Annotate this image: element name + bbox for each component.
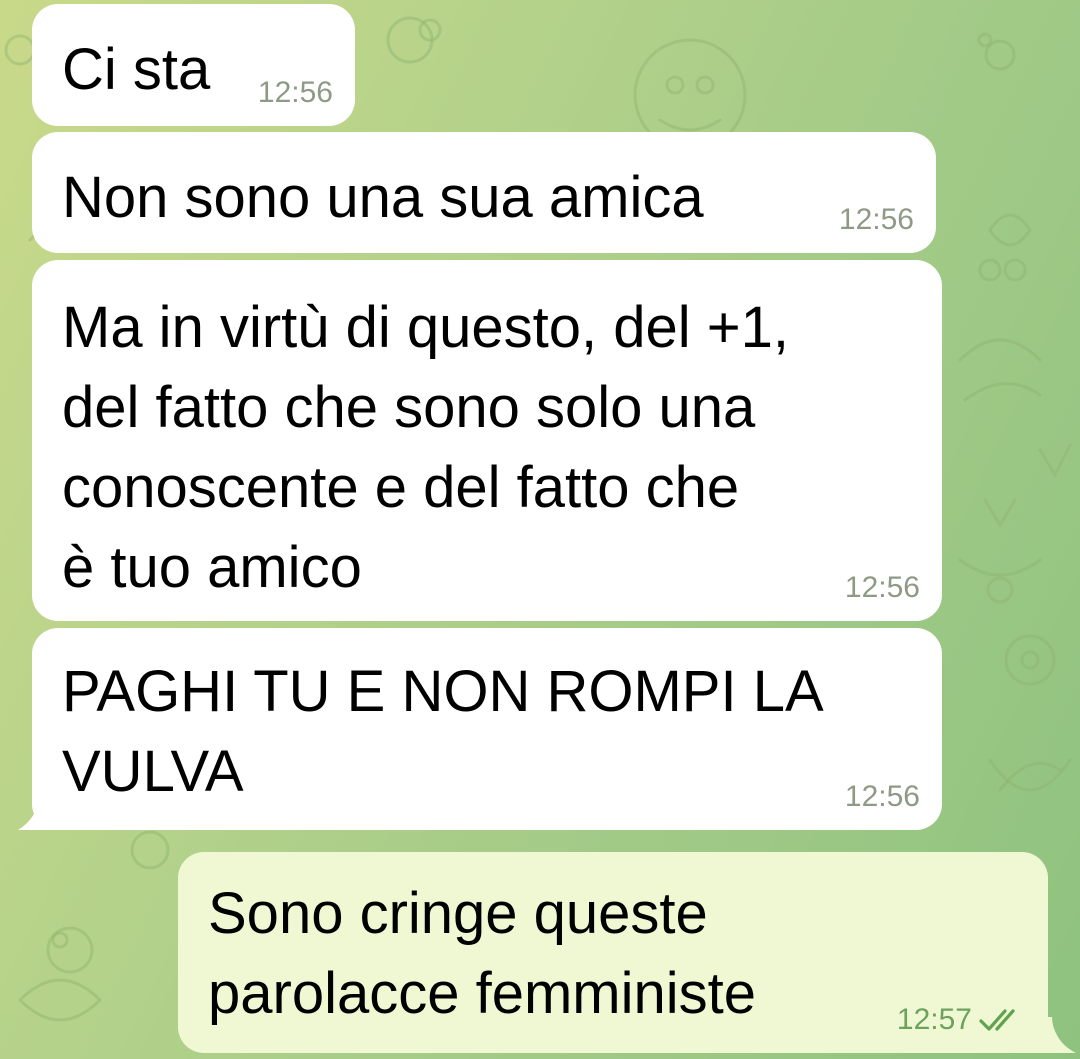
message-bubble-incoming[interactable]: Ci sta 12:56 (32, 4, 355, 126)
message-bubble-incoming[interactable]: Non sono una sua amica 12:56 (32, 132, 936, 253)
message-bubble-outgoing[interactable]: Sono cringe queste parolacce femministe … (178, 852, 1048, 1053)
message-timestamp: 12:56 (257, 76, 333, 109)
message-timestamp: 12:56 (838, 203, 914, 236)
message-text: Non sono una sua amica (62, 165, 704, 230)
double-check-icon (979, 1009, 1015, 1031)
message-bubble-incoming[interactable]: Ma in virtù di questo, del +1, del fatto… (32, 260, 942, 621)
message-text: Ma in virtù di questo, del +1, del fatto… (62, 295, 790, 600)
message-bubble-incoming[interactable]: PAGHI TU E NON ROMPI LA VULVA 12:56 (32, 628, 942, 830)
message-text: PAGHI TU E NON ROMPI LA VULVA (62, 659, 824, 804)
message-timestamp: 12:56 (844, 780, 920, 813)
message-timestamp: 12:56 (844, 571, 920, 604)
message-timestamp: 12:57 (896, 1003, 972, 1036)
